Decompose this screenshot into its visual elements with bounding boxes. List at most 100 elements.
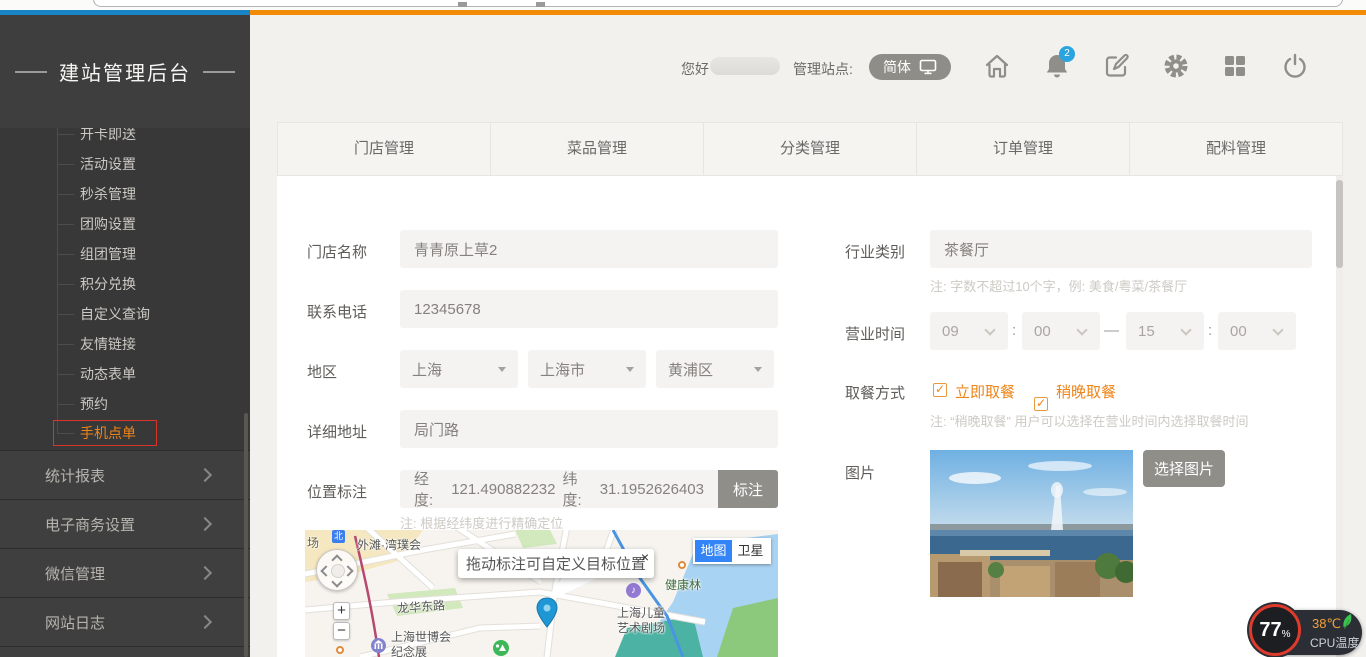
- map-view-button[interactable]: 地图: [695, 540, 732, 562]
- pickup-now-checkbox[interactable]: [933, 383, 947, 397]
- title-dash-left: [15, 71, 47, 73]
- tab-category-manage[interactable]: 分类管理: [703, 123, 916, 175]
- tab-dish-manage[interactable]: 菜品管理: [490, 123, 703, 175]
- tab-store-manage[interactable]: 门店管理: [278, 123, 490, 175]
- location-input[interactable]: 经度: 121.490882232 纬度: 31.1952626403: [400, 470, 718, 508]
- address-input[interactable]: 局门路: [400, 410, 778, 448]
- zoom-in-button[interactable]: +: [333, 602, 350, 620]
- menu-tick: [57, 284, 74, 285]
- logout-button[interactable]: [1281, 52, 1309, 80]
- map-expo-label-2: 纪念展: [391, 643, 427, 657]
- map-park-label: 健康林: [665, 576, 701, 593]
- end-hour-select[interactable]: 15: [1126, 312, 1204, 350]
- industry-input[interactable]: 茶餐厅: [930, 230, 1312, 268]
- sidebar-item-custom-query[interactable]: 自定义查询: [80, 304, 150, 324]
- close-icon[interactable]: ×: [641, 550, 649, 564]
- menu-tick: [57, 374, 74, 375]
- menu-tick: [57, 344, 74, 345]
- sidebar-item-flash-sale[interactable]: 秒杀管理: [80, 184, 136, 204]
- map-block-label: 场: [307, 534, 319, 551]
- zoom-out-button[interactable]: −: [333, 622, 350, 640]
- lat-value: 31.1952626403: [600, 481, 704, 498]
- address-label: 详细地址: [307, 421, 367, 442]
- map-theater-label-2: 艺术剧场: [617, 619, 665, 636]
- menu-tick: [57, 164, 74, 165]
- choose-photo-button[interactable]: 选择图片: [1143, 450, 1225, 487]
- gear-icon: [1162, 52, 1190, 80]
- start-minute-select[interactable]: 00: [1022, 312, 1100, 350]
- sidebar-section-statistics[interactable]: 统计报表: [0, 450, 250, 499]
- mark-location-button[interactable]: 标注: [718, 470, 778, 508]
- phone-value: 12345678: [414, 301, 481, 318]
- sidebar-item-team-manage[interactable]: 组团管理: [80, 244, 136, 264]
- username-redacted: [710, 57, 780, 75]
- apps-button[interactable]: [1221, 52, 1249, 80]
- menu-tick: [57, 224, 74, 225]
- sidebar-item-dynamic-form[interactable]: 动态表单: [80, 364, 136, 384]
- lng-label: 经度:: [414, 468, 444, 510]
- chevron-down-icon: [1180, 324, 1191, 335]
- district-value: 黄浦区: [668, 359, 713, 380]
- app-title: 建站管理后台: [15, 57, 235, 86]
- satellite-view-button[interactable]: 卫星: [732, 540, 769, 562]
- store-name-input[interactable]: 青青原上草2: [400, 230, 778, 268]
- pickup-now-label[interactable]: 立即取餐: [955, 381, 1015, 402]
- chevron-right-icon: [198, 615, 212, 629]
- pickup-later-checkbox[interactable]: [1034, 397, 1048, 411]
- content-accent-bar: [250, 10, 1366, 15]
- sidebar-item-activity-settings[interactable]: 活动设置: [80, 154, 136, 174]
- settings-button[interactable]: [1162, 52, 1190, 80]
- compose-button[interactable]: [1103, 52, 1131, 80]
- sidebar-section-site-log[interactable]: 网站日志: [0, 597, 250, 646]
- marker-tooltip-text: 拖动标注可自定义目标位置: [466, 553, 646, 574]
- map-widget[interactable]: 场 外滩·湾璞会 龙华东路 上海世博会 纪念展 上海儿童 艺术剧场 健康林 ♪ …: [305, 530, 778, 657]
- language-label: 简体: [883, 57, 911, 77]
- app-title-text: 建站管理后台: [59, 57, 191, 86]
- address-bar-text-fragment: [458, 2, 467, 7]
- grid-icon: [1221, 52, 1249, 80]
- pan-left-arrow[interactable]: [320, 565, 331, 576]
- sidebar-section-ecommerce[interactable]: 电子商务设置: [0, 499, 250, 548]
- home-icon: [983, 52, 1011, 80]
- city-select[interactable]: 上海市: [528, 350, 646, 388]
- section-label: 微信管理: [45, 563, 105, 584]
- home-button[interactable]: [983, 52, 1011, 80]
- language-switch-button[interactable]: 简体: [869, 54, 951, 80]
- sidebar-item-reservation[interactable]: 预约: [80, 394, 108, 414]
- content-scrollbar-thumb[interactable]: [1336, 180, 1343, 268]
- sidebar-scrollbar[interactable]: [244, 413, 248, 657]
- menu-tick: [57, 194, 74, 195]
- map-pan-control[interactable]: [316, 549, 358, 591]
- museum-poi-icon: [371, 638, 386, 653]
- pickup-later-label[interactable]: 稍晚取餐: [1056, 381, 1116, 402]
- industry-note: 注: 字数不超过10个字，例: 美食/粤菜/茶餐厅: [930, 276, 1187, 295]
- start-hour-select[interactable]: 09: [930, 312, 1008, 350]
- district-select[interactable]: 黄浦区: [656, 350, 774, 388]
- pan-center-knob[interactable]: [331, 564, 345, 578]
- pickup-label: 取餐方式: [845, 382, 905, 403]
- menu-tick: [57, 404, 74, 405]
- section-label: 网站日志: [45, 612, 105, 633]
- pickup-note: 注: “稍晚取餐” 用户可以选择在营业时间内选择取餐时间: [930, 411, 1249, 430]
- sidebar-item-mobile-order[interactable]: 手机点单: [80, 423, 136, 443]
- sidebar-item-friend-links[interactable]: 友情链接: [80, 334, 136, 354]
- sidebar-section-wechat[interactable]: 微信管理: [0, 548, 250, 597]
- map-road-label: 龙华东路: [396, 596, 445, 616]
- tab-order-manage[interactable]: 订单管理: [916, 123, 1129, 175]
- map-type-toggle: 地图 卫星: [693, 538, 771, 564]
- tab-ingredient-manage[interactable]: 配料管理: [1129, 123, 1342, 175]
- end-minute-select[interactable]: 00: [1218, 312, 1296, 350]
- music-poi-icon: ♪: [626, 583, 641, 598]
- sidebar-item-group-buy[interactable]: 团购设置: [80, 214, 136, 234]
- pan-down-arrow[interactable]: [331, 576, 342, 587]
- store-photo: [930, 450, 1133, 597]
- province-select[interactable]: 上海: [400, 350, 518, 388]
- chevron-right-icon: [198, 468, 212, 482]
- store-name-label: 门店名称: [307, 241, 367, 262]
- edit-icon: [1103, 52, 1131, 80]
- browser-edge-strip: [0, 0, 1366, 10]
- store-photo-image: [930, 450, 1133, 597]
- phone-input[interactable]: 12345678: [400, 290, 778, 328]
- sidebar-item-points-exchange[interactable]: 积分兑换: [80, 274, 136, 294]
- time-colon: :: [1208, 322, 1212, 339]
